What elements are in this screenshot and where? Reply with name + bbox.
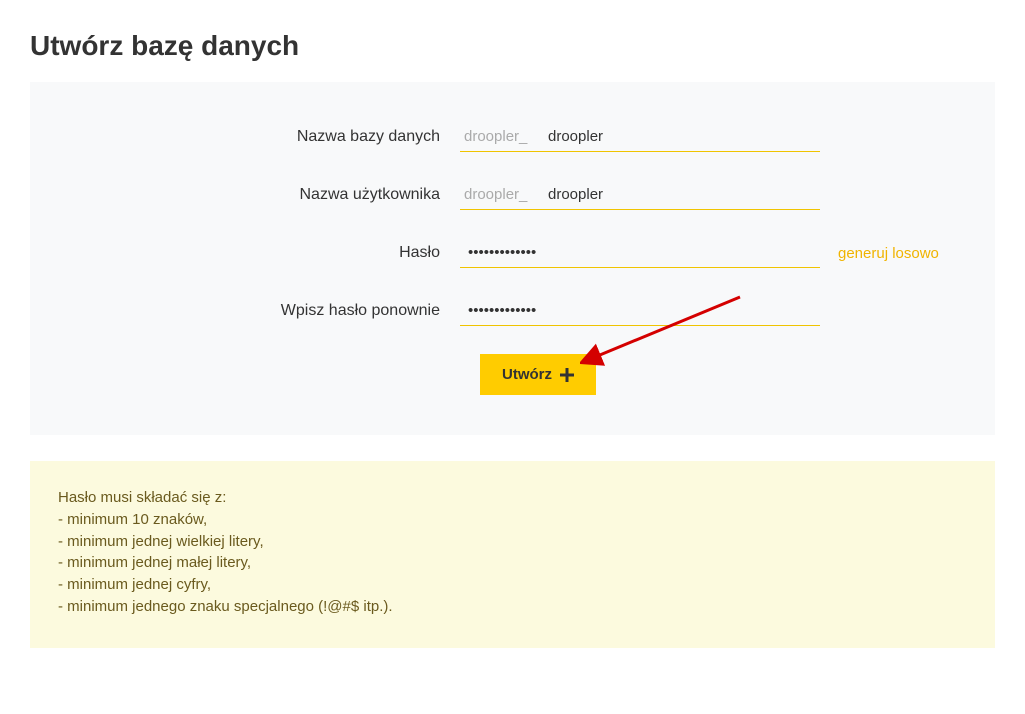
row-password: Hasło generuj losowo <box>60 238 965 268</box>
username-input[interactable] <box>540 180 820 210</box>
row-username: Nazwa użytkownika droopler_ <box>60 180 965 210</box>
row-password-confirm: Wpisz hasło ponownie <box>60 296 965 326</box>
hints-item: - minimum 10 znaków, <box>58 509 967 531</box>
label-password: Hasło <box>60 244 460 262</box>
password-requirements: Hasło musi składać się z: - minimum 10 z… <box>30 461 995 648</box>
label-password-confirm: Wpisz hasło ponownie <box>60 302 460 320</box>
generate-password-link[interactable]: generuj losowo <box>838 245 939 262</box>
label-username: Nazwa użytkownika <box>60 186 460 204</box>
create-button[interactable]: Utwórz <box>480 354 596 395</box>
password-input[interactable] <box>460 238 820 268</box>
cell-username: droopler_ <box>460 180 820 210</box>
cell-password: generuj losowo <box>460 238 939 268</box>
submit-row: Utwórz <box>60 354 965 395</box>
plus-icon <box>560 368 574 382</box>
cell-password-confirm <box>460 296 820 326</box>
create-db-form: Nazwa bazy danych droopler_ Nazwa użytko… <box>30 82 995 435</box>
cell-dbname: droopler_ <box>460 122 820 152</box>
hints-item: - minimum jednej wielkiej litery, <box>58 531 967 553</box>
page-title: Utwórz bazę danych <box>30 30 995 62</box>
password-confirm-input[interactable] <box>460 296 820 326</box>
hints-item: - minimum jednej małej litery, <box>58 552 967 574</box>
dbname-input[interactable] <box>540 122 820 152</box>
label-dbname: Nazwa bazy danych <box>60 128 460 146</box>
hints-item: - minimum jednej cyfry, <box>58 574 967 596</box>
username-prefix: droopler_ <box>460 180 540 210</box>
row-dbname: Nazwa bazy danych droopler_ <box>60 122 965 152</box>
hints-item: - minimum jednego znaku specjalnego (!@#… <box>58 596 967 618</box>
hints-heading: Hasło musi składać się z: <box>58 487 967 509</box>
create-button-label: Utwórz <box>502 366 552 383</box>
dbname-prefix: droopler_ <box>460 122 540 152</box>
